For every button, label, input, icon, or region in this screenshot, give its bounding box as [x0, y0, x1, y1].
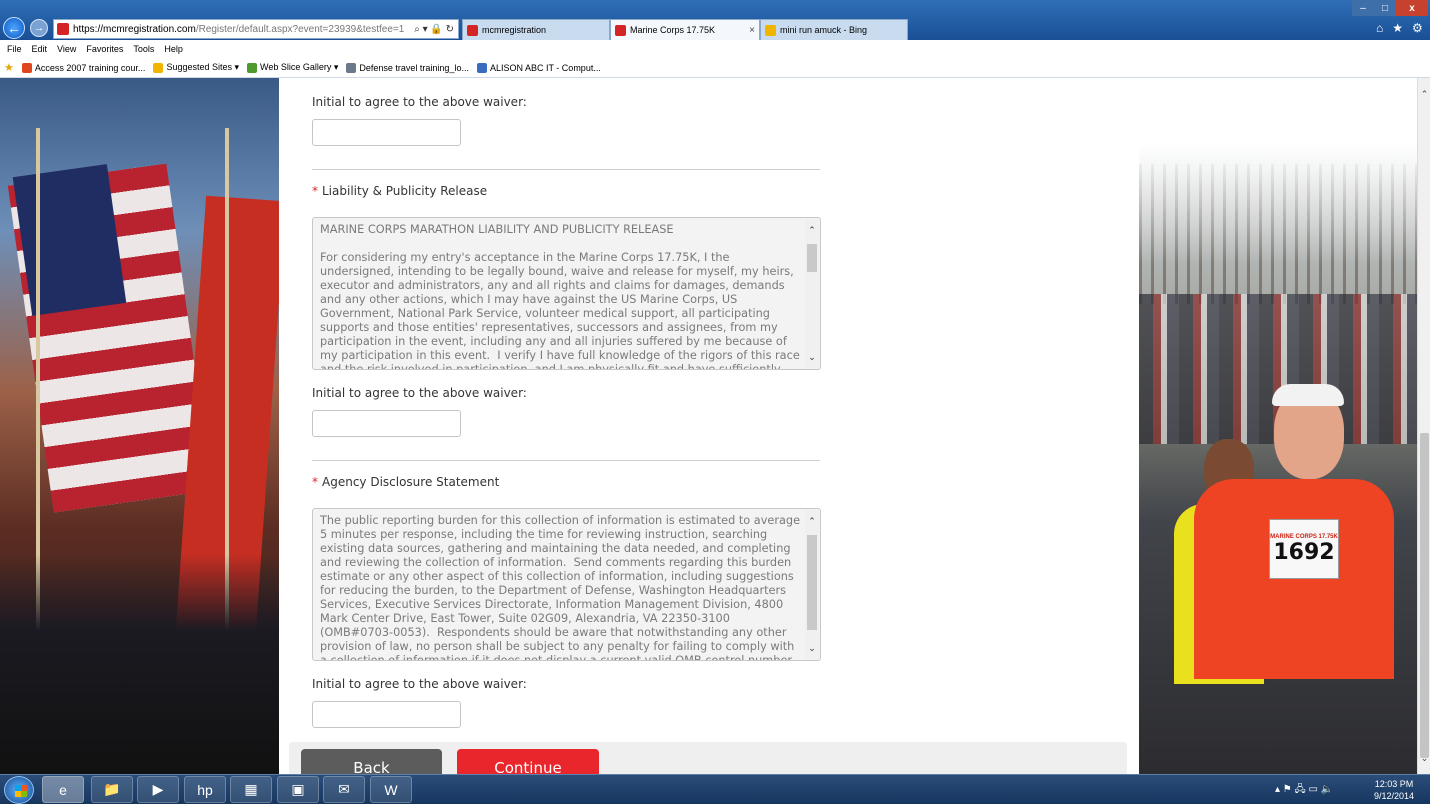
back-arrow-icon[interactable]: ← [3, 17, 25, 39]
favorites-bar: ★ Access 2007 training cour... Suggested… [0, 58, 1430, 78]
favorite-suggested-sites[interactable]: Suggested Sites ▾ [153, 62, 239, 73]
initial-label: Initial to agree to the above waiver: [312, 677, 527, 691]
favorite-web-slice-gallery[interactable]: Web Slice Gallery ▾ [247, 62, 338, 73]
bing-icon [765, 24, 776, 36]
address-url[interactable]: https://mcmregistration.com/Register/def… [73, 24, 414, 35]
browser-tool-icons: ⌂ ★ ⚙ [1376, 21, 1423, 35]
word-icon[interactable]: W [370, 776, 412, 803]
page-scrollbar[interactable]: ⌃ ⌄ [1417, 78, 1430, 774]
browser-title-bar: ← → https://mcmregistration.com/Register… [0, 0, 1430, 40]
office-icon [21, 62, 32, 73]
menu-file[interactable]: File [7, 44, 22, 54]
close-tab-icon[interactable]: × [749, 25, 755, 36]
scroll-down-icon[interactable]: ⌄ [1418, 750, 1430, 766]
windows-taskbar: e 📁 ▶ hp ▦ ▣ ✉ W ▴ ⚑ 🖧 ▭ 🔈 12:03 PM 9/12… [0, 774, 1430, 804]
menu-favorites[interactable]: Favorites [86, 44, 123, 54]
agency-scrollbar[interactable]: ⌃ ⌄ [805, 510, 819, 659]
runner-cap [1272, 384, 1344, 406]
back-button[interactable]: Back [301, 749, 442, 774]
maximize-button[interactable]: □ [1374, 0, 1396, 16]
page-icon [615, 24, 626, 36]
scroll-up-icon[interactable]: ⌃ [805, 223, 819, 237]
window-app-icon[interactable]: ▣ [277, 776, 319, 803]
initial-input-3[interactable] [312, 701, 461, 728]
favorite-alison[interactable]: ALISON ABC IT - Comput... [476, 62, 601, 73]
file-explorer-icon[interactable]: 📁 [91, 776, 133, 803]
outlook-icon[interactable]: ✉ [323, 776, 365, 803]
scroll-down-icon[interactable]: ⌄ [805, 350, 819, 364]
agency-text: The public reporting burden for this col… [320, 514, 804, 661]
gear-icon[interactable]: ⚙ [1412, 21, 1423, 35]
page-viewport: ​ MARINE CORPS 17.75K 1692 Initial to ag… [0, 78, 1417, 774]
windows-logo-icon [15, 785, 27, 797]
required-asterisk: * [312, 184, 318, 198]
scroll-thumb[interactable] [807, 535, 817, 630]
media-player-icon[interactable]: ▶ [137, 776, 179, 803]
scroll-up-icon[interactable]: ⌃ [1418, 86, 1430, 102]
scroll-up-icon[interactable]: ⌃ [805, 514, 819, 528]
menu-tools[interactable]: Tools [133, 44, 154, 54]
address-bar[interactable]: https://mcmregistration.com/Register/def… [53, 19, 459, 39]
address-tools-icons[interactable]: ⌕ ▾ 🔒 ↻ [414, 24, 458, 35]
section-divider [312, 169, 820, 170]
favorite-defense-travel[interactable]: Defense travel training_lo... [346, 62, 469, 73]
bing-icon [153, 62, 164, 73]
menu-bar: File Edit View Favorites Tools Help [0, 40, 1430, 58]
menu-help[interactable]: Help [164, 44, 183, 54]
star-icon[interactable]: ★ [1392, 21, 1403, 35]
web-slice-icon [247, 62, 257, 73]
registration-form: Initial to agree to the above waiver: * L… [279, 78, 1139, 774]
folder-icon[interactable]: ▦ [230, 776, 272, 803]
tab-bing[interactable]: mini run amuck - Bing [760, 19, 908, 40]
hp-icon[interactable]: hp [184, 776, 226, 803]
agency-textarea[interactable]: The public reporting burden for this col… [312, 508, 821, 661]
liability-textarea[interactable]: MARINE CORPS MARATHON LIABILITY AND PUBL… [312, 217, 821, 370]
tab-marine-corps[interactable]: Marine Corps 17.75K × [610, 19, 760, 40]
home-icon[interactable]: ⌂ [1376, 21, 1383, 35]
continue-button[interactable]: Continue [457, 749, 599, 774]
minimize-button[interactable]: – [1352, 0, 1374, 16]
required-asterisk: * [312, 475, 318, 489]
close-button[interactable]: x [1396, 0, 1428, 16]
initial-input-2[interactable] [312, 410, 461, 437]
site-favicon-icon [57, 23, 69, 35]
internet-explorer-icon[interactable]: e [42, 776, 84, 803]
menu-view[interactable]: View [57, 44, 76, 54]
color-guard-photo: ​ [0, 78, 279, 774]
favorite-access-training[interactable]: Access 2007 training cour... [21, 62, 145, 73]
forward-arrow-icon[interactable]: → [30, 19, 48, 37]
scroll-thumb[interactable] [1420, 433, 1429, 758]
initial-label: Initial to agree to the above waiver: [312, 95, 527, 109]
agency-title: * Agency Disclosure Statement [312, 475, 500, 489]
race-bib: MARINE CORPS 17.75K 1692 [1269, 519, 1339, 579]
system-clock[interactable]: 12:03 PM 9/12/2014 [1366, 778, 1422, 802]
flag-canton-graphic [12, 164, 127, 316]
section-divider [312, 460, 820, 461]
runners-photo: MARINE CORPS 17.75K 1692 [1139, 144, 1417, 774]
globe-icon [476, 62, 487, 73]
page-icon [467, 24, 478, 36]
scroll-thumb[interactable] [807, 244, 817, 272]
liability-title: * Liability & Publicity Release [312, 184, 488, 198]
menu-edit[interactable]: Edit [32, 44, 48, 54]
tab-mcmregistration[interactable]: mcmregistration [462, 19, 610, 40]
scroll-down-icon[interactable]: ⌄ [805, 641, 819, 655]
initial-label: Initial to agree to the above waiver: [312, 386, 527, 400]
color-guard-figures [0, 554, 279, 774]
system-tray[interactable]: ▴ ⚑ 🖧 ▭ 🔈 [1275, 782, 1333, 799]
liability-text: MARINE CORPS MARATHON LIABILITY AND PUBL… [320, 223, 800, 370]
start-button[interactable] [4, 776, 34, 804]
runner-red-shirt [1194, 479, 1394, 679]
photo-fade [1139, 144, 1417, 264]
liability-scrollbar[interactable]: ⌃ ⌄ [805, 219, 819, 368]
page-icon [346, 62, 357, 73]
favorites-star-icon[interactable]: ★ [4, 61, 14, 74]
form-button-bar: Back Continue [289, 742, 1127, 774]
initial-input-1[interactable] [312, 119, 461, 146]
